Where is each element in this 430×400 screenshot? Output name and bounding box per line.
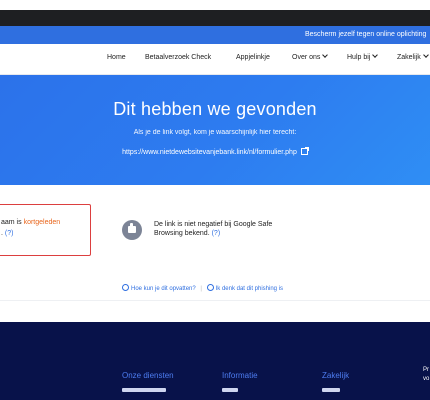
announcement-banner: Bescherm jezelf tegen online oplichting — [0, 26, 430, 44]
main-navigation: Home Betaalverzoek Check Appjelinkje Ove… — [0, 44, 430, 75]
nav-appjelinkje[interactable]: Appjelinkje — [236, 54, 270, 61]
chevron-down-icon — [372, 52, 379, 58]
nav-zakelijk-label: Zakelijk — [397, 54, 421, 61]
top-strip — [0, 0, 430, 10]
domain-age-warning-card: aam is kortgeleden . (?) — [0, 204, 91, 256]
nav-over-ons[interactable]: Over ons — [292, 52, 329, 61]
report-phishing-link[interactable]: Ik denk dat dit phishing is — [206, 284, 283, 292]
report-phishing-label: Ik denk dat dit phishing is — [215, 286, 283, 292]
dark-top-bar — [0, 10, 430, 26]
destination-url-text: https://www.nietdewebsitevanjebank.link/… — [122, 149, 297, 156]
announcement-text: Bescherm jezelf tegen online oplichting — [305, 31, 427, 38]
safe-browsing-line2-prefix: Browsing bekend. — [154, 230, 212, 237]
domain-age-line1: aam is kortgeleden — [1, 219, 60, 226]
footer-heading-zakelijk: Zakelijk — [322, 371, 350, 380]
hero-subtitle: Als je de link volgt, kom je waarschijnl… — [133, 129, 297, 136]
how-to-interpret-label: Hoe kun je dit opvatten? — [131, 286, 196, 292]
nav-home[interactable]: Home — [107, 54, 126, 61]
thumbs-up-icon — [122, 220, 142, 240]
nav-betaalverzoek-check[interactable]: Betaalverzoek Check — [145, 54, 211, 61]
domain-age-line2: . (?) — [1, 230, 13, 237]
how-to-interpret-link[interactable]: Hoe kun je dit opvatten? — [122, 284, 196, 292]
footer-edge-text-1: Pr — [423, 367, 429, 373]
result-hero: Dit hebben we gevonden Als je de link vo… — [0, 75, 430, 185]
chevron-down-icon — [422, 52, 429, 58]
warning-icon — [206, 284, 214, 291]
nav-zakelijk[interactable]: Zakelijk — [397, 52, 429, 61]
site-footer: Onze diensten Informatie Zakelijk Pr vo — [0, 322, 430, 400]
nav-hulp-bij-label: Hulp bij — [347, 54, 371, 61]
help-links-row: Hoe kun je dit opvatten? | Ik denk dat d… — [122, 283, 283, 292]
domain-age-highlight: kortgeleden — [23, 219, 61, 226]
safe-browsing-line1: De link is niet negatief bij Google Safe — [154, 221, 273, 228]
thumbs-up-glyph — [128, 223, 136, 233]
section-divider — [0, 300, 430, 301]
footer-heading-diensten: Onze diensten — [122, 371, 174, 380]
page-title: Dit hebben we gevonden — [113, 99, 317, 119]
domain-age-prefix: aam is — [1, 219, 24, 226]
safe-browsing-result: De link is niet negatief bij Google Safe… — [154, 220, 272, 238]
nav-hulp-bij[interactable]: Hulp bij — [347, 52, 379, 61]
external-link-icon — [300, 147, 309, 155]
links-separator: | — [200, 286, 202, 292]
chevron-down-icon — [322, 52, 329, 58]
safe-browsing-help-link[interactable]: (?) — [212, 230, 221, 237]
footer-link-informatie[interactable] — [222, 388, 238, 392]
footer-edge-text-2: vo — [423, 376, 430, 382]
footer-heading-informatie: Informatie — [222, 371, 258, 380]
nav-over-ons-label: Over ons — [292, 54, 321, 61]
footer-link-zakelijk[interactable] — [322, 388, 340, 392]
info-circle-icon — [122, 284, 129, 291]
domain-age-help-link[interactable]: (?) — [5, 230, 14, 237]
footer-link-diensten[interactable] — [122, 388, 166, 392]
destination-url[interactable]: https://www.nietdewebsitevanjebank.link/… — [0, 147, 430, 156]
safe-browsing-line2: Browsing bekend. (?) — [154, 229, 272, 238]
